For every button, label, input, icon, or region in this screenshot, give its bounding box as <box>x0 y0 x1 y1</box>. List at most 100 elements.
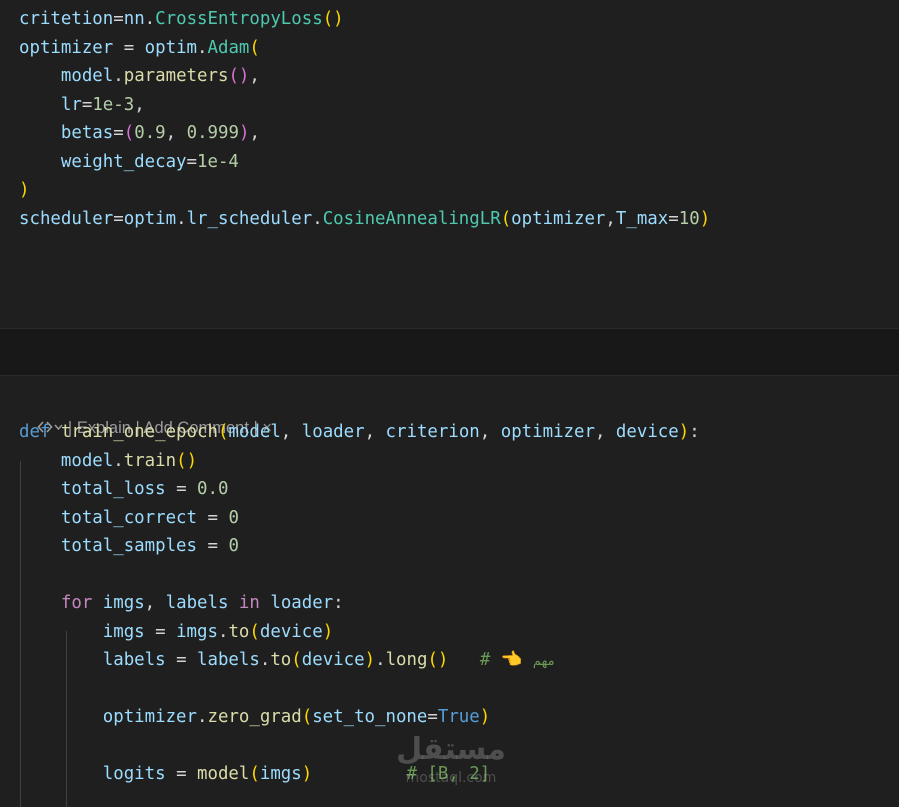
code-line[interactable]: optimizer.zero_grad(set_to_none=True) <box>19 703 490 732</box>
code-token: ( <box>123 123 135 143</box>
code-token: optimizer <box>19 37 114 58</box>
code-token: lr_scheduler <box>186 208 313 229</box>
code-token: = <box>427 707 438 727</box>
code-token: 1e-4 <box>197 151 239 172</box>
code-line[interactable]: model.parameters(), <box>19 62 260 91</box>
code-line[interactable]: weight_decay=1e-4 <box>19 148 239 177</box>
code-token: () <box>427 650 449 670</box>
code-token: zero_grad <box>207 707 302 727</box>
code-line[interactable]: critetion=nn.CrossEntropyLoss() <box>19 5 344 34</box>
code-token: optim <box>123 208 177 229</box>
code-token: . <box>259 650 271 670</box>
code-token: , <box>134 94 145 115</box>
code-token: to <box>228 621 250 642</box>
code-token: for <box>60 593 103 613</box>
code-token: 0.9 <box>134 123 166 143</box>
code-token: loader <box>301 422 365 442</box>
code-token: imgs <box>259 764 302 784</box>
code-token: . <box>113 450 124 471</box>
code-line[interactable]: imgs = imgs.to(device) <box>19 618 333 647</box>
code-token: weight_decay <box>60 151 187 172</box>
mostaql-watermark: مستقل mostaql.com <box>395 730 507 792</box>
code-token: () <box>322 9 344 29</box>
code-token: ) <box>364 650 376 670</box>
code-token: : <box>689 422 700 442</box>
code-token: set_to_none <box>312 707 428 727</box>
code-token: optimizer <box>500 422 595 442</box>
code-token: criterion <box>385 422 480 442</box>
code-token: optim <box>144 37 198 58</box>
code-token: = <box>165 764 198 784</box>
code-token: 1e-3 <box>92 94 135 115</box>
code-token: , <box>594 422 616 442</box>
code-token: مهم <box>532 654 555 669</box>
code-token: to <box>270 650 292 670</box>
code-line[interactable]: lr=1e-3, <box>19 91 145 120</box>
code-token: 0.0 <box>197 479 229 499</box>
code-line[interactable]: def train_one_epoch(model, loader, crite… <box>19 418 700 447</box>
code-line[interactable]: optimizer = optim.Adam( <box>19 34 260 63</box>
code-token: , <box>605 208 616 229</box>
code-token: , <box>479 422 501 442</box>
code-token: , <box>165 123 187 143</box>
code-token: . <box>197 707 208 727</box>
code-token: , <box>144 593 166 613</box>
code-token: = <box>113 37 145 58</box>
code-line[interactable]: labels = labels.to(device).long() # 👈 مه… <box>19 646 555 675</box>
code-line[interactable]: total_correct = 0 <box>19 504 239 533</box>
code-line[interactable]: ) <box>19 176 29 205</box>
code-line[interactable]: scheduler=optim.lr_scheduler.CosineAnnea… <box>19 205 710 234</box>
code-token: 10 <box>678 208 700 229</box>
code-token: . <box>312 208 323 229</box>
code-token: device <box>615 422 679 442</box>
code-token: long <box>385 650 428 670</box>
code-token: device <box>259 621 323 642</box>
code-token: = <box>165 479 198 499</box>
code-token: total_samples <box>60 536 198 556</box>
code-token: . <box>176 208 187 229</box>
code-token: CosineAnnealingLR <box>322 208 501 229</box>
code-token: total_correct <box>60 507 198 528</box>
code-token: = <box>165 650 198 670</box>
code-token: , <box>364 422 386 442</box>
watermark-arabic: مستقل <box>396 732 506 767</box>
code-token: scheduler <box>19 208 114 229</box>
code-token: , <box>249 123 260 143</box>
code-token: . <box>375 650 386 670</box>
code-token: Adam <box>207 37 250 58</box>
code-token: = <box>197 507 229 528</box>
code-token: , <box>280 422 302 442</box>
code-token: CrossEntropyLoss <box>155 9 323 29</box>
code-line[interactable]: total_samples = 0 <box>19 532 239 561</box>
code-token: betas <box>60 123 114 143</box>
code-cell-top[interactable]: critetion=nn.CrossEntropyLoss() optimizer… <box>0 0 899 328</box>
code-token: = <box>81 94 93 115</box>
code-token: in <box>228 593 271 613</box>
code-line[interactable]: total_loss = 0.0 <box>19 475 229 504</box>
code-token: ) <box>699 208 711 229</box>
code-token: ( <box>301 707 313 727</box>
code-token: . <box>113 66 124 86</box>
code-token: train_one_epoch <box>60 422 218 442</box>
code-token: ( <box>500 208 512 229</box>
code-token: ( <box>249 621 260 642</box>
code-token: optimizer <box>511 208 606 229</box>
code-line[interactable]: model.train() <box>19 447 197 476</box>
code-token: = <box>144 621 177 642</box>
code-token: ( <box>217 422 229 442</box>
code-line[interactable]: for imgs, labels in loader: <box>19 589 344 618</box>
code-line[interactable]: betas=(0.9, 0.999), <box>19 119 260 148</box>
code-token: ( <box>291 650 302 670</box>
code-token: model <box>228 422 281 442</box>
code-comment: # <box>479 650 501 670</box>
